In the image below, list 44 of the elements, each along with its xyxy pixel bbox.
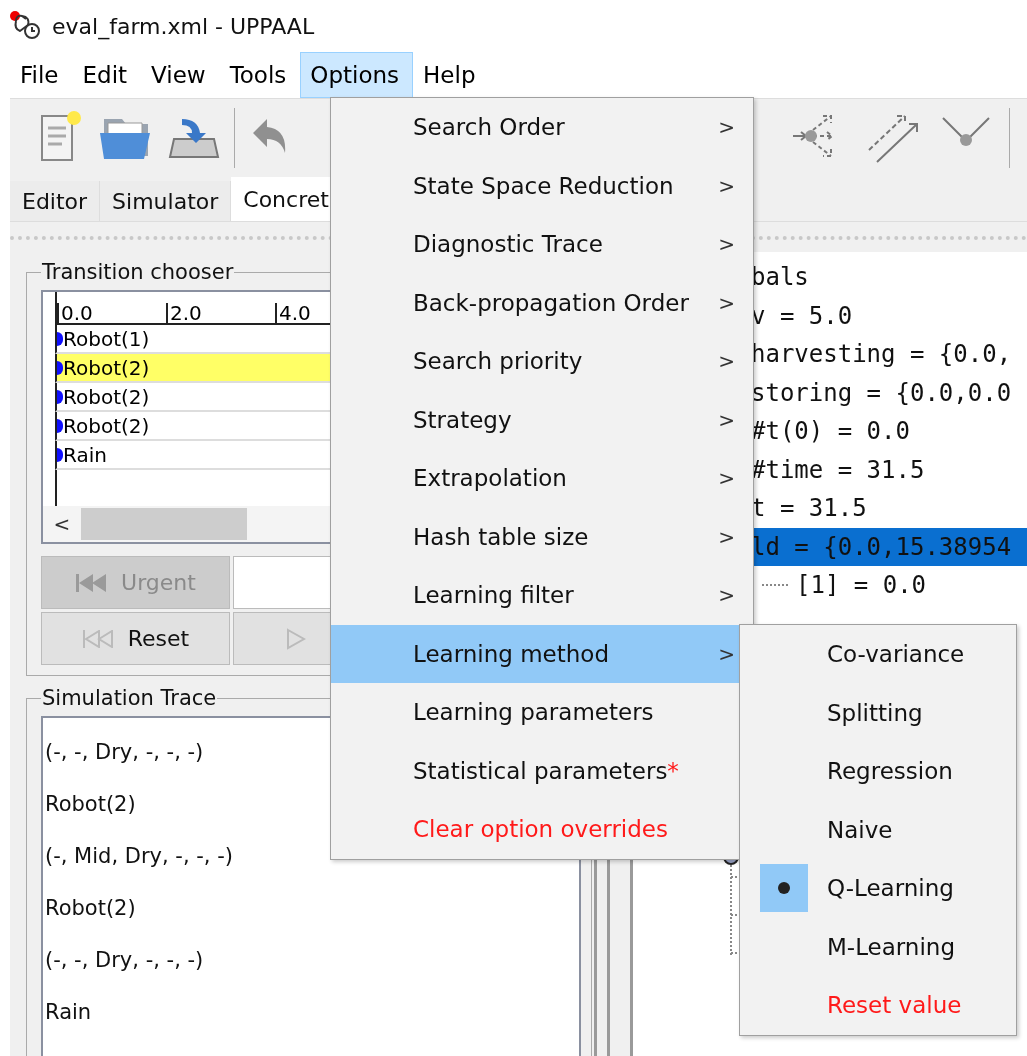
- menu-option[interactable]: M-Learning: [740, 917, 1010, 976]
- trace-entry[interactable]: Rain: [45, 996, 579, 1028]
- submenu-arrow: >: [718, 524, 735, 549]
- marker-icon: [57, 331, 63, 346]
- menu-item[interactable]: Options: [300, 52, 414, 98]
- menu-option[interactable]: Naive: [740, 800, 1010, 859]
- ruler-label: 0.0: [57, 303, 166, 323]
- submenu-arrow: >: [718, 232, 735, 257]
- trace-entry[interactable]: (-, -, Dry, -, -, -): [45, 944, 579, 976]
- menu-option[interactable]: Search Order >: [331, 98, 753, 157]
- window-title: eval_farm.xml - UPPAAL: [52, 13, 315, 39]
- menu-item[interactable]: File: [10, 52, 73, 98]
- marker-icon: [57, 447, 63, 462]
- scroll-left-button[interactable]: <: [43, 512, 81, 536]
- menu-item[interactable]: Edit: [72, 52, 142, 98]
- panel-title: Transition chooser: [41, 260, 235, 284]
- play-icon: [286, 627, 306, 650]
- tab[interactable]: Editor: [10, 181, 101, 221]
- submenu-arrow: >: [718, 641, 735, 666]
- tab[interactable]: Simulator: [100, 181, 232, 221]
- submenu-arrow: >: [718, 115, 735, 140]
- menu-option[interactable]: Splitting: [740, 683, 1010, 742]
- submenu-arrow: >: [718, 583, 735, 608]
- menu-item[interactable]: View: [141, 52, 220, 98]
- scrollbar-thumb[interactable]: [81, 508, 247, 540]
- submenu-arrow: >: [718, 466, 735, 491]
- submenu-arrow: >: [718, 173, 735, 198]
- marker-icon: [57, 389, 63, 404]
- submenu-arrow: >: [718, 349, 735, 374]
- menu-item[interactable]: Help: [413, 52, 490, 98]
- panel-title: Simulation Trace: [41, 686, 218, 710]
- trace-entry[interactable]: Robot(2): [45, 892, 579, 924]
- ruler-label: 2.0: [166, 303, 275, 323]
- skip-back-icon: [75, 573, 108, 592]
- menu-option[interactable]: Regression: [740, 742, 1010, 801]
- marker-icon: [57, 418, 63, 433]
- submenu-arrow: >: [718, 407, 735, 432]
- step-button[interactable]: Reset: [41, 612, 230, 665]
- skip-back-icon: [81, 629, 114, 648]
- menu-option[interactable]: Learning filter >: [331, 566, 753, 625]
- submenu-arrow: >: [718, 290, 735, 315]
- marker-icon: [57, 360, 63, 375]
- menu-item[interactable]: Tools: [219, 52, 301, 98]
- menu-option[interactable]: Q-Learning: [740, 859, 1010, 918]
